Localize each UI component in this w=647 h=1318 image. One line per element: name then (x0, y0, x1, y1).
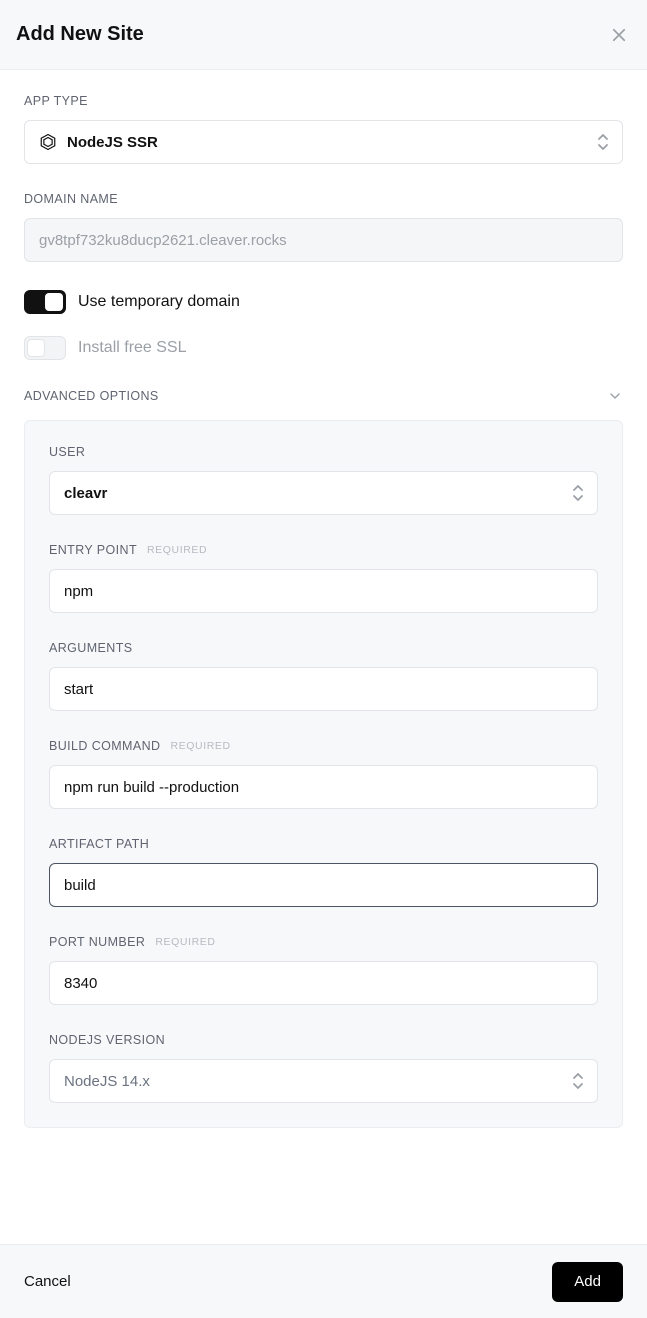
temp-domain-label: Use temporary domain (78, 293, 240, 311)
add-button[interactable]: Add (552, 1262, 623, 1302)
arguments-input[interactable] (49, 667, 598, 711)
user-label: USER (49, 445, 598, 459)
page-title: Add New Site (16, 23, 144, 46)
build-command-input[interactable] (49, 765, 598, 809)
build-command-label: BUILD COMMAND REQUIRED (49, 739, 598, 753)
entry-point-field: ENTRY POINT REQUIRED (49, 543, 598, 613)
nodejs-version-value: NodeJS 14.x (64, 1073, 150, 1090)
close-icon (610, 26, 628, 44)
port-number-input[interactable] (49, 961, 598, 1005)
artifact-path-field: ARTIFACT PATH (49, 837, 598, 907)
modal-footer: Cancel Add (0, 1244, 647, 1318)
temp-domain-row: Use temporary domain (24, 290, 623, 314)
entry-point-label-text: ENTRY POINT (49, 543, 137, 557)
domain-name-field: DOMAIN NAME (24, 192, 623, 262)
user-value: cleavr (64, 485, 107, 502)
nodejs-icon (39, 133, 57, 151)
free-ssl-label: Install free SSL (78, 339, 187, 357)
app-type-select[interactable]: NodeJS SSR (24, 120, 623, 164)
advanced-panel: USER cleavr ENTRY POINT REQUIRED ARGUMEN… (24, 420, 623, 1128)
port-number-required: REQUIRED (155, 936, 215, 948)
arguments-field: ARGUMENTS (49, 641, 598, 711)
modal-header: Add New Site (0, 0, 647, 70)
free-ssl-row: Install free SSL (24, 336, 623, 360)
user-select[interactable]: cleavr (49, 471, 598, 515)
build-command-field: BUILD COMMAND REQUIRED (49, 739, 598, 809)
app-type-field: APP TYPE NodeJS SSR (24, 94, 623, 164)
chevron-up-down-icon (596, 133, 610, 151)
user-field: USER cleavr (49, 445, 598, 515)
advanced-options-toggle[interactable]: ADVANCED OPTIONS (24, 388, 623, 404)
chevron-up-down-icon (571, 1072, 585, 1090)
entry-point-label: ENTRY POINT REQUIRED (49, 543, 598, 557)
port-number-label-text: PORT NUMBER (49, 935, 145, 949)
app-type-label: APP TYPE (24, 94, 623, 108)
chevron-down-icon (607, 388, 623, 404)
domain-name-label: DOMAIN NAME (24, 192, 623, 206)
advanced-options-label: ADVANCED OPTIONS (24, 389, 159, 403)
nodejs-version-label: NODEJS VERSION (49, 1033, 598, 1047)
temp-domain-toggle[interactable] (24, 290, 66, 314)
close-button[interactable] (607, 23, 631, 47)
build-command-required: REQUIRED (170, 740, 230, 752)
app-type-value: NodeJS SSR (67, 134, 158, 151)
port-number-field: PORT NUMBER REQUIRED (49, 935, 598, 1005)
domain-name-input (24, 218, 623, 262)
entry-point-required: REQUIRED (147, 544, 207, 556)
modal-body: APP TYPE NodeJS SSR DOMAIN NAME Use temp… (0, 70, 647, 1152)
arguments-label: ARGUMENTS (49, 641, 598, 655)
cancel-button[interactable]: Cancel (24, 1273, 71, 1290)
free-ssl-toggle[interactable] (24, 336, 66, 360)
artifact-path-input[interactable] (49, 863, 598, 907)
entry-point-input[interactable] (49, 569, 598, 613)
nodejs-version-field: NODEJS VERSION NodeJS 14.x (49, 1033, 598, 1103)
port-number-label: PORT NUMBER REQUIRED (49, 935, 598, 949)
chevron-up-down-icon (571, 484, 585, 502)
artifact-path-label: ARTIFACT PATH (49, 837, 598, 851)
nodejs-version-select[interactable]: NodeJS 14.x (49, 1059, 598, 1103)
build-command-label-text: BUILD COMMAND (49, 739, 160, 753)
